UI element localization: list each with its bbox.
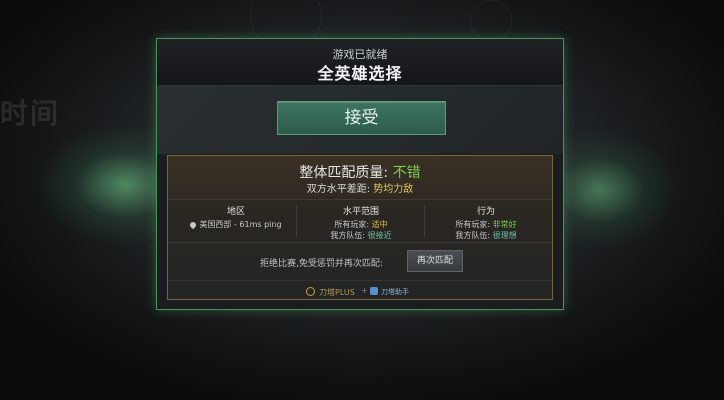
- dota-plus-icon: [306, 287, 315, 296]
- behavior-header: 行为: [476, 207, 495, 217]
- skill-range-team-value: 很接近: [367, 231, 392, 240]
- column-divider: [296, 205, 297, 237]
- accept-area: 接受: [157, 86, 563, 154]
- behavior-team-label: 我方队伍:: [455, 231, 491, 240]
- decline-text: 拒绝比赛,免受惩罚并再次匹配:: [260, 259, 383, 269]
- region-column: 地区 美国西部 - 61ms ping: [176, 204, 296, 240]
- game-mode-title: 全英雄选择: [317, 64, 403, 83]
- dota-assistant-label: 刀塔助手: [381, 288, 409, 296]
- background-text: 时间: [0, 97, 61, 130]
- background-ring: [470, 0, 512, 42]
- skill-range-all-value: 适中: [371, 220, 388, 229]
- skill-range-team-label: 我方队伍:: [330, 231, 366, 240]
- dota-assistant-icon: [370, 287, 378, 295]
- column-divider: [424, 205, 425, 237]
- overall-quality: 整体匹配质量: 不错: [168, 162, 552, 182]
- behavior-column: 行为 所有玩家: 非常好 我方队伍: 很理想: [426, 204, 546, 240]
- region-value-row: 美国西部 - 61ms ping: [176, 219, 296, 230]
- behavior-team-value: 很理想: [492, 231, 517, 240]
- dota-plus-label: 刀塔PLUS: [319, 288, 355, 297]
- overall-quality-label: 整体匹配质量:: [299, 165, 389, 181]
- decline-row: 拒绝比赛,免受惩罚并再次匹配: 再次匹配: [168, 250, 552, 272]
- skill-gap-value: 势均力敌: [373, 184, 414, 195]
- behavior-all-value: 非常好: [492, 220, 517, 229]
- accept-button[interactable]: 接受: [277, 101, 446, 135]
- location-pin-icon: [189, 220, 198, 229]
- skill-range-header: 水平范围: [342, 207, 379, 217]
- rematch-button[interactable]: 再次匹配: [407, 250, 463, 272]
- overall-quality-value: 不错: [392, 165, 421, 181]
- match-details: 地区 美国西部 - 61ms ping 水平范围 所有玩家: 适中 我方队伍: …: [168, 199, 552, 243]
- skill-gap: 双方水平差距: 势均力敌: [168, 180, 552, 195]
- footer-separator: +: [361, 286, 368, 295]
- skill-range-your-team: 我方队伍: 很接近: [298, 230, 424, 241]
- skill-range-all-players: 所有玩家: 适中: [298, 219, 424, 230]
- match-quality-panel: 整体匹配质量: 不错 双方水平差距: 势均力敌 地区 美国西部 - 61ms p…: [167, 155, 553, 300]
- skill-range-column: 水平范围 所有玩家: 适中 我方队伍: 很接近: [298, 204, 424, 240]
- region-value: 美国西部 - 61ms ping: [199, 220, 282, 229]
- behavior-your-team: 我方队伍: 很理想: [426, 230, 546, 241]
- skill-gap-label: 双方水平差距:: [306, 184, 371, 195]
- region-header: 地区: [226, 207, 245, 217]
- dialog-header: 游戏已就绪 全英雄选择: [157, 39, 563, 86]
- behavior-all-label: 所有玩家:: [455, 220, 491, 229]
- match-ready-dialog: 游戏已就绪 全英雄选择 接受 整体匹配质量: 不错 双方水平差距: 势均力敌 地…: [156, 38, 564, 310]
- sponsor-footer: 刀塔PLUS + 刀塔助手: [168, 280, 552, 301]
- behavior-all-players: 所有玩家: 非常好: [426, 219, 546, 230]
- skill-range-all-label: 所有玩家:: [334, 220, 370, 229]
